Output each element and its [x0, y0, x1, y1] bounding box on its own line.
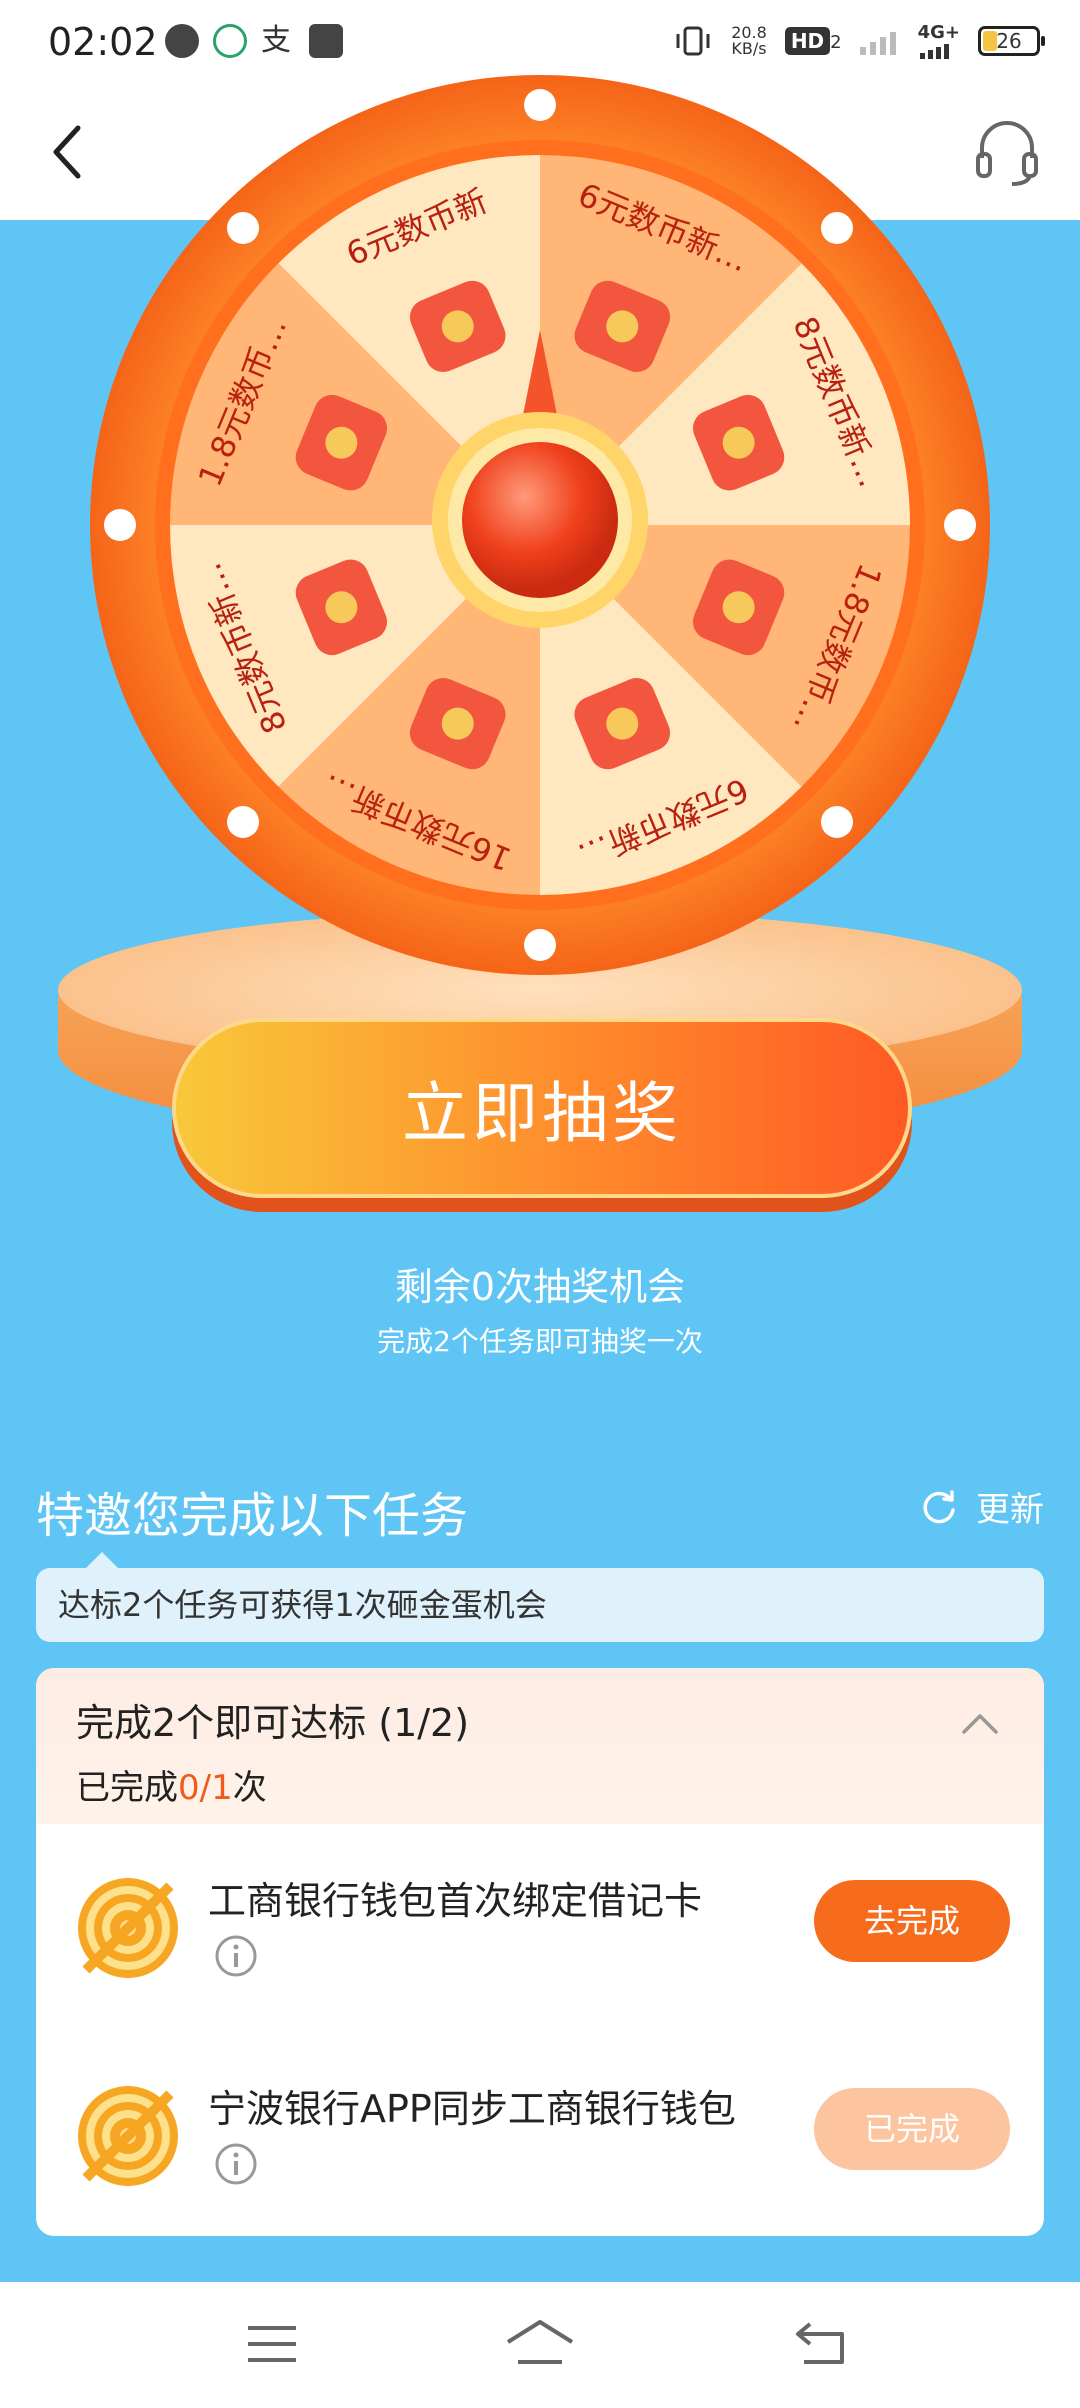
back-nav-icon[interactable] [790, 2316, 854, 2372]
task-item: 工商银行钱包首次绑定借记卡 去完成 [36, 1856, 1044, 2036]
draw-now-button[interactable]: 立即抽奖 [172, 1018, 912, 1198]
prize-wheel: 6元数币新 6元数币新…8元数币新…1.8元数币…6元数币新…16元数币新…8元数… [90, 75, 990, 975]
prize-coin-icon [441, 707, 474, 740]
task-group-title: 完成2个即可达标 (1/2) [76, 1701, 470, 1745]
bank-logo-icon [78, 2086, 178, 2186]
task-banner: 达标2个任务可获得1次砸金蛋机会 [36, 1568, 1044, 1642]
task-card: 完成2个即可达标 (1/2) 已完成0/1次 工商银行钱包首次绑定借记卡 去完成 [36, 1668, 1044, 2236]
wheel-light [524, 89, 556, 121]
wheel-center-button[interactable] [462, 442, 618, 598]
prize-coin-icon [325, 591, 358, 624]
completed-button: 已完成 [814, 2088, 1010, 2170]
task-item: 宁波银行APP同步工商银行钱包 已完成 [36, 2064, 1044, 2236]
info-icon[interactable] [214, 2142, 258, 2186]
refresh-label: 更新 [976, 1490, 1044, 1530]
chevron-up-icon[interactable] [960, 1708, 1000, 1738]
wheel-light [524, 929, 556, 961]
draw-hint: 完成2个任务即可抽奖一次 [377, 1325, 703, 1358]
home-icon[interactable] [504, 2316, 576, 2372]
refresh-icon [923, 1489, 955, 1523]
task-group-header[interactable]: 完成2个即可达标 (1/2) 已完成0/1次 [36, 1668, 1044, 1824]
prize-coin-icon [722, 591, 755, 624]
go-complete-button[interactable]: 去完成 [814, 1880, 1010, 1962]
task-group-progress: 已完成0/1次 [76, 1760, 267, 1809]
system-nav-bar [0, 2282, 1080, 2408]
task-name: 工商银行钱包首次绑定借记卡 [208, 1879, 703, 1923]
wheel-light [944, 509, 976, 541]
prize-coin-icon [325, 426, 358, 459]
menu-icon[interactable] [240, 2316, 304, 2372]
progress-suffix: 次 [232, 1768, 267, 1808]
tasks-title: 特邀您完成以下任务 [36, 1488, 469, 1544]
prize-coin-icon [722, 426, 755, 459]
remaining-chances: 剩余0次抽奖机会 [394, 1265, 686, 1309]
prize-coin-icon [441, 310, 474, 343]
progress-value: 0/1 [178, 1768, 233, 1808]
task-name: 宁波银行APP同步工商银行钱包 [208, 2087, 736, 2131]
wheel-light [820, 212, 853, 245]
prize-coin-icon [606, 707, 639, 740]
refresh-button[interactable]: 更新 [920, 1482, 1044, 1531]
progress-prefix: 已完成 [76, 1768, 178, 1808]
wheel-light [227, 212, 260, 245]
lottery-wheel-area: 6元数币新 6元数币新… 8元数币新… 1.8元数币… 6元数币新… 16元数币新… 8元数… [0, 75, 1080, 1230]
wheel-light [820, 805, 853, 838]
info-icon[interactable] [214, 1934, 258, 1978]
wheel-light [227, 805, 260, 838]
bank-logo-icon [78, 1878, 178, 1978]
prize-coin-icon [606, 310, 639, 343]
wheel-light [104, 509, 136, 541]
banner-arrow [86, 1552, 118, 1568]
